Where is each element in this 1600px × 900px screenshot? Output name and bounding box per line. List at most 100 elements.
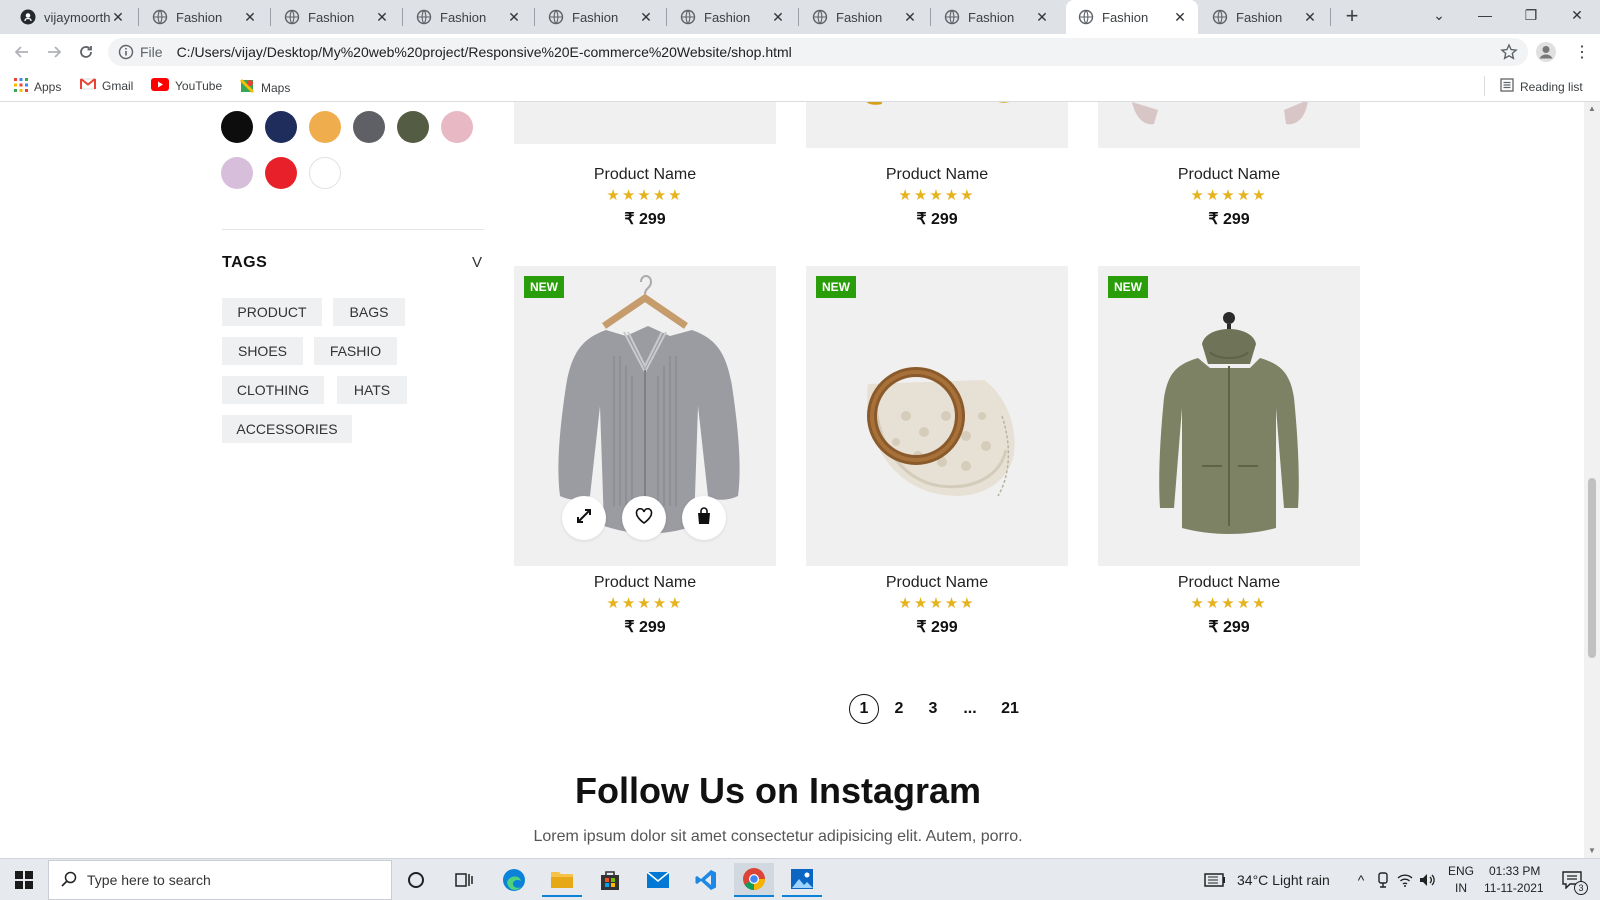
product-name[interactable]: Product Name — [514, 574, 776, 592]
clock-time[interactable]: 01:33 PM — [1489, 864, 1540, 878]
menu-dots-icon[interactable]: ⋮ — [1570, 40, 1594, 64]
bookmark-gmail[interactable]: Gmail — [80, 78, 133, 93]
language-indicator[interactable]: ENG — [1448, 864, 1474, 878]
browser-tab[interactable]: Fashion ✕ — [932, 0, 1060, 34]
close-icon[interactable]: ✕ — [1302, 9, 1318, 25]
close-icon[interactable]: ✕ — [506, 9, 522, 25]
region-indicator[interactable]: IN — [1455, 881, 1467, 895]
tag-fashio[interactable]: FASHIO — [314, 337, 397, 365]
tab-search-icon[interactable]: ⌄ — [1416, 0, 1462, 30]
chrome-icon[interactable] — [734, 863, 774, 897]
color-swatch-lavender[interactable] — [221, 157, 253, 189]
product-name[interactable]: Product Name — [806, 574, 1068, 592]
browser-tab[interactable]: Fashion ✕ — [404, 0, 532, 34]
color-swatch-olive[interactable] — [397, 111, 429, 143]
page-scrollbar[interactable]: ▲ ▼ — [1584, 102, 1600, 858]
close-icon[interactable]: ✕ — [638, 9, 654, 25]
product-name[interactable]: Product Name — [806, 166, 1068, 184]
product-image-cardigan[interactable]: NEW — [514, 266, 776, 566]
tag-bags[interactable]: BAGS — [333, 298, 405, 326]
battery-icon[interactable] — [1200, 863, 1230, 897]
store-icon[interactable] — [590, 863, 630, 897]
bookmark-maps[interactable]: Maps — [239, 78, 290, 97]
product-name[interactable]: Product Name — [1098, 166, 1360, 184]
tag-hats[interactable]: HATS — [337, 376, 407, 404]
reading-list[interactable]: Reading list — [1500, 78, 1583, 95]
volume-icon[interactable] — [1416, 863, 1438, 897]
close-icon[interactable]: ✕ — [902, 9, 918, 25]
product-image[interactable] — [1098, 102, 1360, 148]
tag-product[interactable]: PRODUCT — [222, 298, 322, 326]
scroll-down-arrow[interactable]: ▼ — [1588, 846, 1596, 855]
page-21-button[interactable]: 21 — [995, 694, 1025, 724]
product-name[interactable]: Product Name — [514, 166, 776, 184]
color-swatch-orange[interactable] — [309, 111, 341, 143]
page-3-button[interactable]: 3 — [918, 694, 948, 724]
color-swatch-black[interactable] — [221, 111, 253, 143]
product-image-bag[interactable]: NEW — [806, 266, 1068, 566]
browser-tab[interactable]: vijaymoorthy ✕ — [8, 0, 136, 34]
address-bar[interactable]: File C:/Users/vijay/Desktop/My%20web%20p… — [108, 38, 1528, 66]
browser-tab[interactable]: Fashion ✕ — [140, 0, 268, 34]
page-1-button[interactable]: 1 — [849, 694, 879, 724]
product-image[interactable] — [806, 102, 1068, 148]
back-icon[interactable] — [10, 40, 34, 64]
close-icon[interactable]: ✕ — [770, 9, 786, 25]
bookmark-apps[interactable]: Apps — [14, 78, 61, 95]
chevron-up-icon[interactable]: ^ — [1350, 863, 1372, 897]
expand-button[interactable] — [562, 496, 606, 540]
browser-tab[interactable]: Fashion ✕ — [536, 0, 664, 34]
tags-toggle[interactable]: V — [472, 254, 482, 271]
page-2-button[interactable]: 2 — [884, 694, 914, 724]
browser-tab[interactable]: Fashion ✕ — [668, 0, 796, 34]
close-icon[interactable]: ✕ — [1034, 9, 1050, 25]
notification-center-icon[interactable]: 3 — [1554, 863, 1590, 897]
color-swatch-white[interactable] — [309, 157, 341, 189]
bookmark-youtube[interactable]: YouTube — [151, 78, 222, 94]
scroll-up-arrow[interactable]: ▲ — [1588, 104, 1596, 113]
restore-button[interactable]: ❐ — [1508, 0, 1554, 30]
forward-icon[interactable] — [42, 40, 66, 64]
close-icon[interactable]: ✕ — [110, 9, 126, 25]
wifi-icon[interactable] — [1394, 863, 1416, 897]
window-close-button[interactable]: ✕ — [1554, 0, 1600, 30]
info-icon[interactable] — [118, 44, 134, 60]
color-swatch-pink[interactable] — [441, 111, 473, 143]
scroll-thumb[interactable] — [1588, 478, 1596, 658]
windows-start-icon[interactable] — [4, 863, 44, 897]
minimize-button[interactable]: — — [1462, 0, 1508, 30]
meet-now-icon[interactable] — [1372, 863, 1394, 897]
product-image[interactable] — [514, 102, 776, 144]
profile-icon[interactable] — [1534, 40, 1558, 64]
mail-icon[interactable] — [638, 863, 678, 897]
color-swatch-red[interactable] — [265, 157, 297, 189]
url-text[interactable]: C:/Users/vijay/Desktop/My%20web%20projec… — [177, 44, 792, 60]
color-swatch-grey[interactable] — [353, 111, 385, 143]
task-view-icon[interactable] — [444, 863, 484, 897]
browser-tab[interactable]: Fashion ✕ — [800, 0, 928, 34]
reload-icon[interactable] — [74, 40, 98, 64]
tag-shoes[interactable]: SHOES — [222, 337, 303, 365]
close-icon[interactable]: ✕ — [1172, 9, 1188, 25]
cortana-icon[interactable] — [396, 863, 436, 897]
tag-clothing[interactable]: CLOTHING — [222, 376, 324, 404]
wishlist-button[interactable] — [622, 496, 666, 540]
close-icon[interactable]: ✕ — [242, 9, 258, 25]
vscode-icon[interactable] — [686, 863, 726, 897]
weather-text[interactable]: 34°C Light rain — [1237, 872, 1330, 888]
close-icon[interactable]: ✕ — [374, 9, 390, 25]
browser-tab[interactable]: Fashion ✕ — [272, 0, 400, 34]
new-tab-button[interactable]: + — [1340, 5, 1364, 29]
browser-tab[interactable]: Fashion ✕ — [1200, 0, 1328, 34]
product-name[interactable]: Product Name — [1098, 574, 1360, 592]
browser-tab-active[interactable]: Fashion ✕ — [1066, 0, 1198, 34]
file-explorer-icon[interactable] — [542, 863, 582, 897]
taskbar-search[interactable]: Type here to search — [48, 860, 392, 900]
star-icon[interactable] — [1500, 43, 1518, 61]
color-swatch-navy[interactable] — [265, 111, 297, 143]
photos-icon[interactable] — [782, 863, 822, 897]
clock-date[interactable]: 11-11-2021 — [1484, 881, 1544, 895]
add-to-cart-button[interactable] — [682, 496, 726, 540]
edge-icon[interactable] — [494, 863, 534, 897]
tag-accessories[interactable]: ACCESSORIES — [222, 415, 352, 443]
